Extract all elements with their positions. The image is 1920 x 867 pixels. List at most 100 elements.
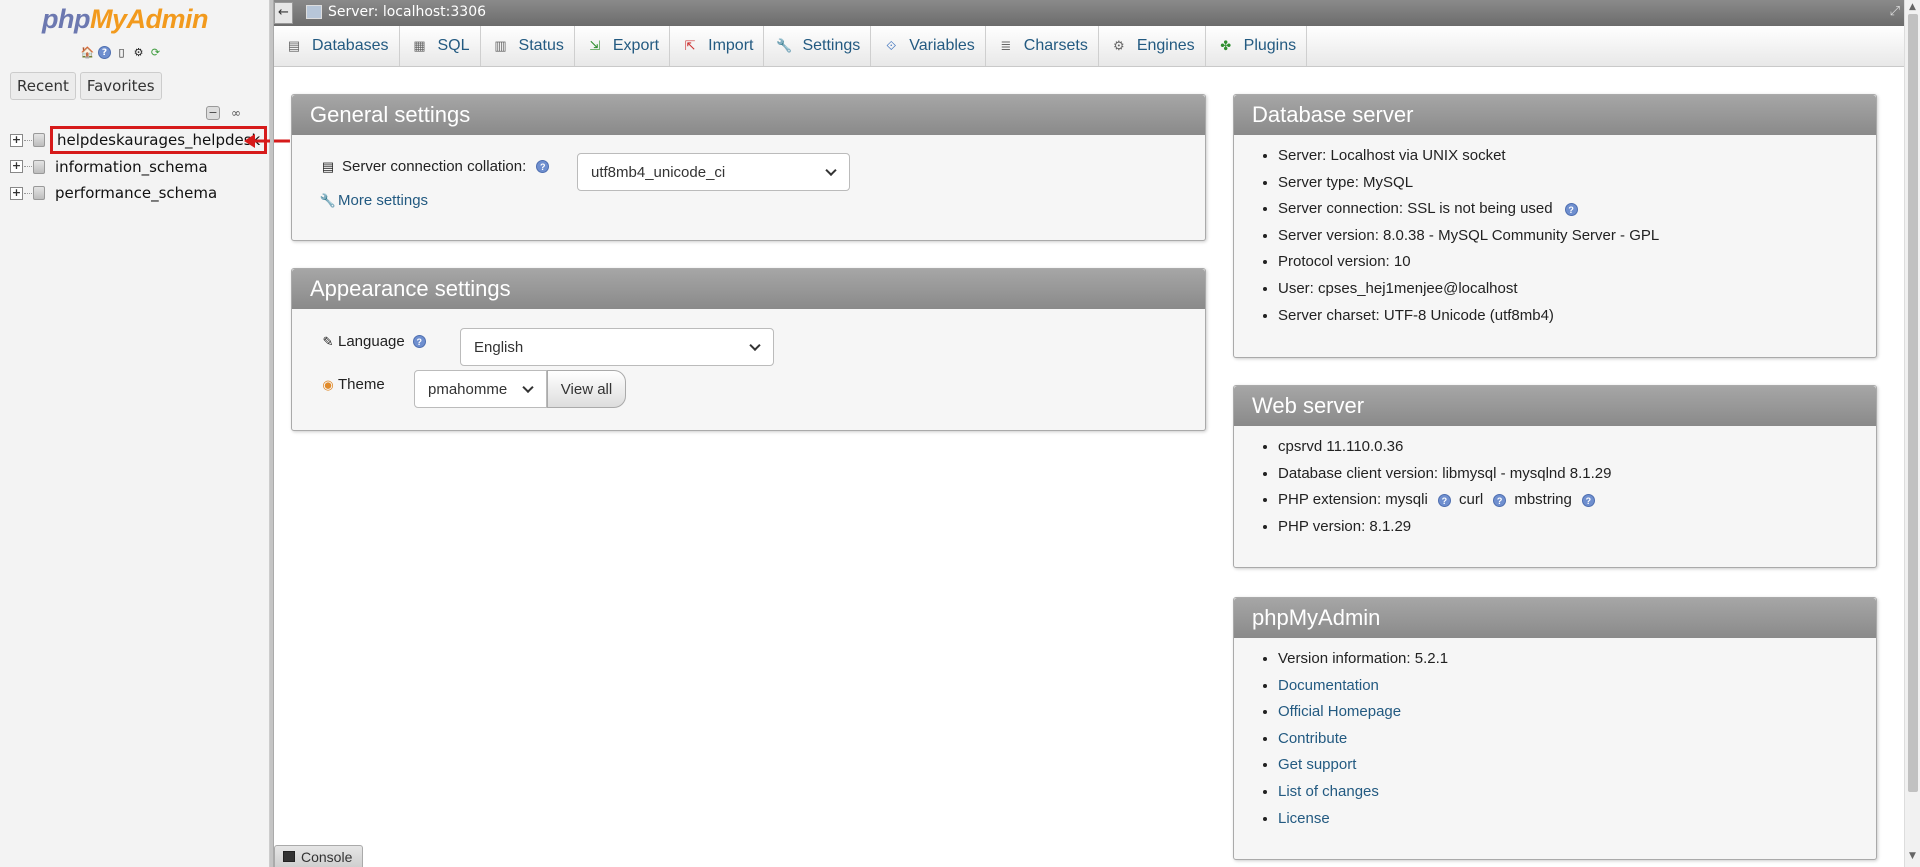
general-settings-panel: General settings ▤ Server connection col… xyxy=(291,94,1206,241)
db-item-performance-schema[interactable]: + performance_schema xyxy=(10,180,262,207)
help-icon[interactable]: ? xyxy=(97,45,112,60)
list-item: Protocol version: 10 xyxy=(1278,249,1876,276)
engines-icon: ⚙ xyxy=(1113,38,1125,53)
tab-import[interactable]: ⇱ Import xyxy=(670,26,765,66)
import-icon: ⇱ xyxy=(684,38,696,53)
language-label: Language xyxy=(338,333,405,350)
list-item: Documentation xyxy=(1278,673,1876,700)
list-item: cpsrvd 11.110.0.36 xyxy=(1278,434,1876,461)
list-item: Contribute xyxy=(1278,726,1876,753)
database-icon xyxy=(33,186,45,201)
chevron-down-icon xyxy=(825,164,837,177)
db-name[interactable]: helpdeskaurages_helpdesk xyxy=(49,126,268,155)
db-name[interactable]: performance_schema xyxy=(55,184,217,202)
database-icon xyxy=(33,133,45,148)
contribute-link[interactable]: Contribute xyxy=(1278,730,1347,747)
database-icon: ▤ xyxy=(287,38,301,53)
documentation-link[interactable]: Documentation xyxy=(1278,677,1379,694)
panel-title: Database server xyxy=(1234,95,1876,135)
collation-select[interactable]: utf8mb4_unicode_ci xyxy=(577,153,850,191)
page-scrollbar[interactable]: ▲ ▼ xyxy=(1904,0,1920,867)
official-homepage-link[interactable]: Official Homepage xyxy=(1278,703,1401,720)
tab-settings[interactable]: 🔧 Settings xyxy=(764,26,872,66)
docs-icon[interactable]: ▯ xyxy=(114,45,129,60)
tab-engines[interactable]: ⚙ Engines xyxy=(1099,26,1206,66)
help-icon[interactable]: ? xyxy=(1437,493,1451,507)
list-item: Server version: 8.0.38 - MySQL Community… xyxy=(1278,223,1876,250)
collapse-icon[interactable]: ⤢ xyxy=(1890,4,1900,19)
console-icon xyxy=(283,851,295,862)
get-support-link[interactable]: Get support xyxy=(1278,756,1356,773)
scrollbar-thumb[interactable] xyxy=(1908,14,1918,792)
tab-charsets[interactable]: ≣ Charsets xyxy=(986,26,1099,66)
theme-select[interactable]: pmahomme xyxy=(414,370,547,408)
chevron-down-icon xyxy=(522,381,534,394)
expand-icon[interactable]: + xyxy=(10,186,23,200)
list-item: License xyxy=(1278,806,1876,833)
db-item-helpdesk[interactable]: + helpdeskaurages_helpdesk xyxy=(10,126,268,155)
list-item: Version information: 5.2.1 xyxy=(1278,646,1876,673)
help-icon[interactable]: ? xyxy=(412,335,426,348)
help-icon[interactable]: ? xyxy=(1581,493,1595,507)
back-arrow-icon[interactable]: ← xyxy=(274,2,293,24)
help-icon[interactable]: ? xyxy=(1493,493,1507,507)
list-of-changes-link[interactable]: List of changes xyxy=(1278,783,1379,800)
chevron-down-icon xyxy=(749,339,761,352)
tab-export[interactable]: ⇲ Export xyxy=(575,26,671,66)
language-icon: ✎ xyxy=(322,333,334,349)
favorites-tab[interactable]: Favorites xyxy=(79,72,162,100)
charsets-icon: ≣ xyxy=(1000,38,1012,53)
nav-resizer[interactable] xyxy=(270,0,274,867)
list-item: User: cpses_hej1menjee@localhost xyxy=(1278,276,1876,303)
nav-icon-bar: 🏠 ? ▯ ⚙ ⟳ xyxy=(80,45,163,60)
navigation-panel: phpMyAdmin 🏠 ? ▯ ⚙ ⟳ Recent Favorites − … xyxy=(0,0,290,867)
collation-icon: ▤ xyxy=(321,158,335,174)
wrench-icon: 🔧 xyxy=(319,192,337,208)
list-item: Official Homepage xyxy=(1278,699,1876,726)
database-tree: + helpdeskaurages_helpdesk + information… xyxy=(10,126,268,207)
collapse-all-button[interactable]: − xyxy=(206,106,220,120)
help-icon[interactable]: ? xyxy=(1564,202,1578,216)
panel-title: phpMyAdmin xyxy=(1234,598,1876,638)
view-all-themes-button[interactable]: View all xyxy=(547,370,626,408)
more-settings-link[interactable]: More settings xyxy=(338,192,428,209)
language-select[interactable]: English xyxy=(460,328,774,366)
console-toggle[interactable]: Console xyxy=(274,845,363,867)
list-item: Server connection: SSL is not being used… xyxy=(1278,196,1876,223)
db-item-information-schema[interactable]: + information_schema xyxy=(10,154,262,181)
sql-icon: ▦ xyxy=(413,38,426,53)
server-icon xyxy=(306,5,322,19)
db-name[interactable]: information_schema xyxy=(55,158,208,176)
scroll-down-icon[interactable]: ▼ xyxy=(1909,851,1916,861)
scroll-up-icon[interactable]: ▲ xyxy=(1909,2,1916,12)
red-arrow-annotation-icon xyxy=(244,134,290,148)
expand-icon[interactable]: + xyxy=(10,160,23,174)
settings-icon[interactable]: ⚙ xyxy=(131,45,146,60)
phpmyadmin-panel: phpMyAdmin Version information: 5.2.1 Do… xyxy=(1233,597,1877,860)
phpmyadmin-info-list: Version information: 5.2.1 Documentation… xyxy=(1234,638,1876,832)
status-icon: ▥ xyxy=(494,38,507,53)
recent-tab[interactable]: Recent xyxy=(10,72,76,100)
link-with-main-icon[interactable]: ∞ xyxy=(228,106,244,120)
expand-icon[interactable]: + xyxy=(10,133,23,147)
wrench-icon: 🔧 xyxy=(776,38,793,53)
server-label[interactable]: Server: localhost:3306 xyxy=(328,4,486,20)
home-icon[interactable]: 🏠 xyxy=(80,45,95,60)
database-server-panel: Database server Server: Localhost via UN… xyxy=(1233,94,1877,358)
help-icon[interactable]: ? xyxy=(536,160,550,173)
list-item: Server charset: UTF-8 Unicode (utf8mb4) xyxy=(1278,303,1876,330)
list-item: PHP extension: mysqli? curl? mbstring? xyxy=(1278,487,1876,514)
breadcrumb[interactable]: Server: localhost:3306 xyxy=(306,4,486,20)
phpmyadmin-logo[interactable]: phpMyAdmin xyxy=(42,4,208,35)
tab-variables[interactable]: ⟐ Variables xyxy=(871,26,986,66)
tab-plugins[interactable]: ✤ Plugins xyxy=(1206,26,1308,66)
tab-sql[interactable]: ▦ SQL xyxy=(400,26,481,66)
license-link[interactable]: License xyxy=(1278,810,1330,827)
language-row: ✎ Language ? xyxy=(320,333,430,350)
panel-title: General settings xyxy=(292,95,1205,135)
tab-databases[interactable]: ▤ Databases xyxy=(274,26,400,66)
tab-status[interactable]: ▥ Status xyxy=(481,26,575,66)
list-item: Database client version: libmysql - mysq… xyxy=(1278,461,1876,488)
reload-icon[interactable]: ⟳ xyxy=(148,45,163,60)
db-server-info-list: Server: Localhost via UNIX socket Server… xyxy=(1234,135,1876,329)
